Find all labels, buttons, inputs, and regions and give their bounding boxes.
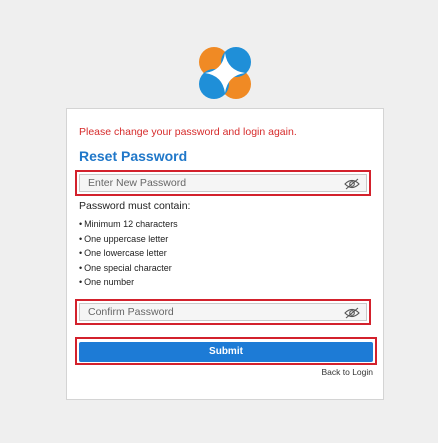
reset-password-page: Please change your password and login ag… bbox=[0, 0, 438, 443]
confirm-password-input[interactable] bbox=[80, 304, 366, 320]
list-item: • Minimum 12 characters bbox=[79, 219, 178, 229]
password-rule-special: One special character bbox=[84, 262, 172, 273]
password-rules-heading: Password must contain: bbox=[79, 200, 191, 212]
confirm-password-field-wrapper bbox=[79, 303, 367, 321]
new-password-highlight bbox=[75, 170, 371, 196]
password-rule-min-length: Minimum 12 characters bbox=[84, 219, 178, 229]
list-item: • One lowercase letter bbox=[79, 248, 167, 259]
password-rule-uppercase: One uppercase letter bbox=[84, 233, 169, 244]
new-password-field-wrapper bbox=[79, 174, 367, 192]
page-title: Reset Password bbox=[79, 148, 188, 164]
password-rule-number: One number bbox=[84, 277, 135, 288]
submit-highlight: Submit bbox=[75, 337, 377, 365]
new-password-input[interactable] bbox=[80, 175, 366, 191]
confirm-password-highlight bbox=[75, 299, 371, 325]
password-rules-list: • Minimum 12 characters • One uppercase le… bbox=[79, 217, 178, 290]
eye-slash-icon[interactable] bbox=[344, 178, 360, 190]
brand-logo-icon bbox=[199, 47, 251, 99]
list-item: • One special character bbox=[79, 262, 172, 273]
password-change-alert: Please change your password and login ag… bbox=[79, 126, 297, 138]
password-rule-lowercase: One lowercase letter bbox=[84, 248, 167, 259]
back-to-login-link[interactable]: Back to Login bbox=[321, 367, 373, 377]
list-item: • One number bbox=[79, 277, 135, 288]
reset-password-card: Please change your password and login ag… bbox=[66, 108, 384, 400]
submit-button[interactable]: Submit bbox=[79, 341, 373, 362]
eye-slash-icon[interactable] bbox=[344, 307, 360, 319]
list-item: • One uppercase letter bbox=[79, 233, 169, 244]
